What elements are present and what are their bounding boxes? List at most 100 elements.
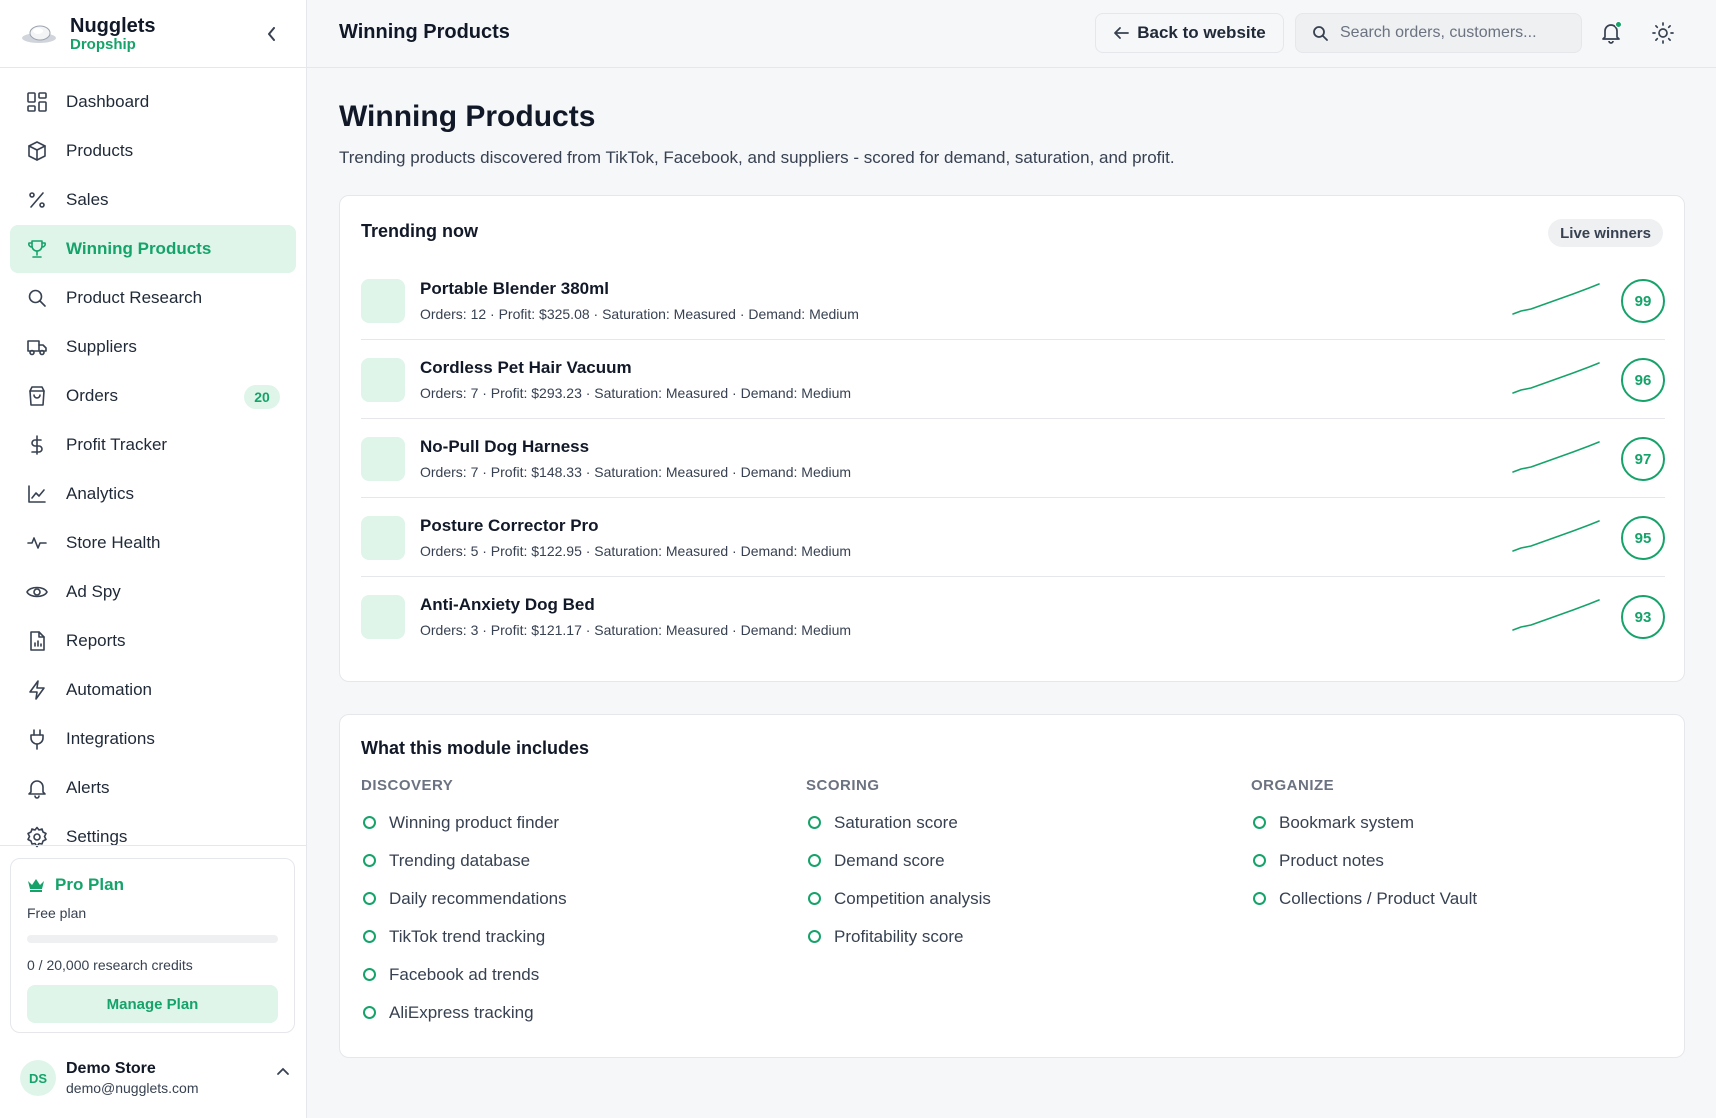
product-thumbnail xyxy=(361,358,405,402)
sidebar-item-orders[interactable]: Orders 20 xyxy=(10,372,296,420)
product-meta: Orders: 7 · Profit: $148.33 · Saturation… xyxy=(420,464,852,480)
sidebar-item-sales[interactable]: Sales xyxy=(10,176,296,224)
user-email: demo@nugglets.com xyxy=(66,1080,199,1096)
sidebar-item-label: Automation xyxy=(66,680,152,699)
feature-item: Competition analysis xyxy=(806,888,991,909)
winning-score-badge: 96 xyxy=(1621,358,1665,402)
circle-icon xyxy=(808,816,821,829)
sidebar: Nugglets Dropship Dashboard Products Sales… xyxy=(0,0,307,1118)
feature-label: TikTok trend tracking xyxy=(389,926,546,946)
product-name: Portable Blender 380ml xyxy=(420,279,609,298)
credits-progress xyxy=(27,935,278,943)
feature-label: Competition analysis xyxy=(834,888,991,908)
module-column-heading: ORGANIZE xyxy=(1251,777,1335,794)
sidebar-item-product-research[interactable]: Product Research xyxy=(10,274,296,322)
chart-icon xyxy=(26,483,48,505)
trending-product-row[interactable]: Portable Blender 380ml Orders: 12 · Profi… xyxy=(361,261,1665,340)
sidebar-item-label: Profit Tracker xyxy=(66,435,168,454)
sidebar-item-label: Analytics xyxy=(66,484,135,503)
theme-toggle-button[interactable] xyxy=(1645,15,1681,51)
manage-plan-button[interactable]: Manage Plan xyxy=(27,985,278,1023)
product-thumbnail xyxy=(361,279,405,323)
sidebar-item-ad-spy[interactable]: Ad Spy xyxy=(10,568,296,616)
trending-list: Portable Blender 380ml Orders: 12 · Profi… xyxy=(361,261,1665,656)
circle-icon xyxy=(363,892,376,905)
sidebar-item-store-health[interactable]: Store Health xyxy=(10,519,296,567)
trending-title: Trending now xyxy=(361,221,478,241)
sidebar-item-automation[interactable]: Automation xyxy=(10,666,296,714)
back-to-website-label: Back to website xyxy=(1137,23,1266,42)
orders-count-badge: 20 xyxy=(244,385,280,409)
trend-sparkline xyxy=(1512,520,1600,552)
sidebar-item-integrations[interactable]: Integrations xyxy=(10,715,296,763)
trending-product-row[interactable]: Posture Corrector Pro Orders: 5 · Profit:… xyxy=(361,498,1665,577)
winning-score-badge: 97 xyxy=(1621,437,1665,481)
circle-icon xyxy=(363,854,376,867)
brand: Nugglets Dropship xyxy=(0,0,306,68)
search-icon xyxy=(1313,26,1328,41)
sidebar-item-settings[interactable]: Settings xyxy=(10,813,296,861)
sidebar-item-label: Settings xyxy=(66,827,128,846)
circle-icon xyxy=(1253,854,1266,867)
credits-text: 0 / 20,000 research credits xyxy=(27,957,193,973)
user-name: Demo Store xyxy=(66,1060,156,1077)
sidebar-item-products[interactable]: Products xyxy=(10,127,296,175)
search-input[interactable] xyxy=(1340,24,1560,42)
product-meta: Orders: 5 · Profit: $122.95 · Saturation… xyxy=(420,543,852,559)
trending-product-row[interactable]: Cordless Pet Hair Vacuum Orders: 7 · Prof… xyxy=(361,340,1665,419)
circle-icon xyxy=(1253,816,1266,829)
winning-score-badge: 95 xyxy=(1621,516,1665,560)
dashboard-icon xyxy=(26,91,48,113)
brand-subtitle: Dropship xyxy=(70,35,136,53)
feature-item: Collections / Product Vault xyxy=(1251,888,1477,909)
plan-subtitle: Free plan xyxy=(27,905,87,921)
trending-product-row[interactable]: No-Pull Dog Harness Orders: 7 · Profit: $… xyxy=(361,419,1665,498)
notifications-button[interactable] xyxy=(1593,15,1629,51)
percent-icon xyxy=(26,189,48,211)
sidebar-item-profit-tracker[interactable]: Profit Tracker xyxy=(10,421,296,469)
circle-icon xyxy=(1253,892,1266,905)
brand-name: Nugglets xyxy=(70,14,156,37)
user-menu[interactable]: DS Demo Store demo@nugglets.com xyxy=(20,1058,290,1098)
sidebar-item-label: Sales xyxy=(66,190,109,209)
zap-icon xyxy=(26,679,48,701)
circle-icon xyxy=(363,968,376,981)
chevron-up-icon xyxy=(277,1067,289,1075)
sidebar-item-dashboard[interactable]: Dashboard xyxy=(10,78,296,126)
arrow-left-icon xyxy=(1114,27,1130,39)
bag-icon xyxy=(26,385,48,407)
feature-label: Bookmark system xyxy=(1279,812,1415,832)
feature-item: TikTok trend tracking xyxy=(361,926,567,947)
collapse-sidebar-button[interactable] xyxy=(260,22,284,46)
plan-title-label: Pro Plan xyxy=(55,875,124,894)
plan-card: Pro Plan Free plan 0 / 20,000 research c… xyxy=(10,858,295,1033)
sidebar-item-winning-products[interactable]: Winning Products xyxy=(10,225,296,273)
trending-product-row[interactable]: Anti-Anxiety Dog Bed Orders: 3 · Profit: … xyxy=(361,577,1665,656)
product-thumbnail xyxy=(361,595,405,639)
search-box xyxy=(1295,13,1582,53)
sidebar-item-label: Product Research xyxy=(66,288,203,307)
trending-card: Trending now Live winners Portable Blend… xyxy=(339,195,1685,682)
module-column-organize: ORGANIZE Bookmark system Product notes Coll… xyxy=(1251,777,1477,909)
feature-label: AliExpress tracking xyxy=(389,1002,534,1022)
logo-icon xyxy=(22,25,56,43)
back-to-website-button[interactable]: Back to website xyxy=(1095,13,1284,53)
sidebar-item-alerts[interactable]: Alerts xyxy=(10,764,296,812)
feature-item: Daily recommendations xyxy=(361,888,567,909)
sun-icon xyxy=(1652,22,1674,44)
feature-item: AliExpress tracking xyxy=(361,1002,567,1023)
sidebar-item-analytics[interactable]: Analytics xyxy=(10,470,296,518)
sidebar-item-reports[interactable]: Reports xyxy=(10,617,296,665)
box-icon xyxy=(26,140,48,162)
crown-icon xyxy=(28,879,44,892)
divider xyxy=(0,845,307,846)
sidebar-item-suppliers[interactable]: Suppliers xyxy=(10,323,296,371)
sidebar-item-label: Products xyxy=(66,141,134,160)
winning-score-badge: 93 xyxy=(1621,595,1665,639)
product-name: Anti-Anxiety Dog Bed xyxy=(420,595,595,614)
circle-icon xyxy=(363,816,376,829)
sidebar-nav: Dashboard Products Sales Winning Products Pr… xyxy=(0,68,306,861)
live-winners-badge: Live winners xyxy=(1548,219,1663,247)
trend-sparkline xyxy=(1512,599,1600,631)
feature-item: Product notes xyxy=(1251,850,1477,871)
